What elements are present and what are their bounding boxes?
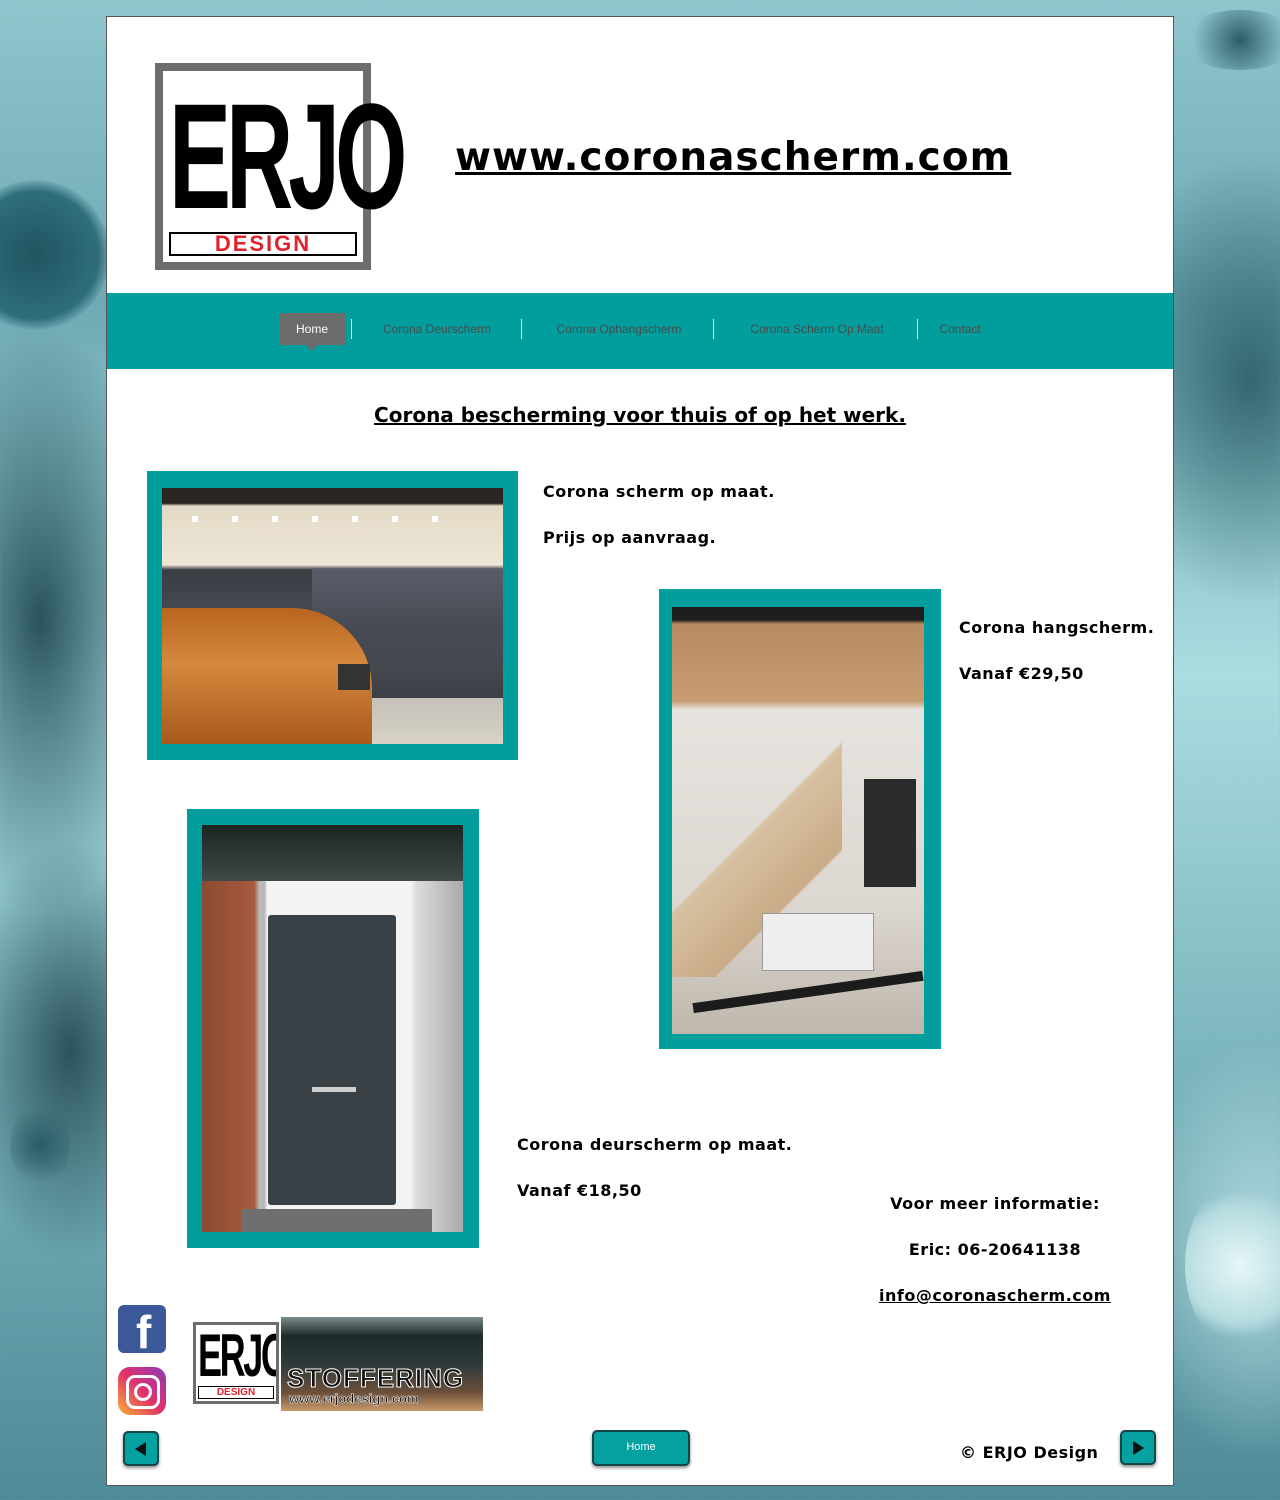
banner-stoffering-text: STOFFERING [286, 1363, 465, 1394]
background-virus-shape [1180, 10, 1280, 70]
banner-url-text: www.erjodesign.com [289, 1391, 419, 1407]
instagram-camera-lens [134, 1383, 152, 1401]
nav-separator [521, 319, 522, 339]
hangscherm-photo[interactable] [672, 607, 924, 1034]
facebook-icon[interactable]: f [118, 1305, 166, 1357]
product-price-op-maat: Prijs op aanvraag. [543, 528, 717, 547]
site-url-heading: www.coronascherm.com [455, 135, 1012, 180]
background-virus-shape [1185, 1180, 1280, 1350]
arrow-right-icon [1133, 1441, 1144, 1455]
home-footer-label: Home [626, 1441, 656, 1453]
logo-erjo-text: ERJO [169, 72, 407, 240]
banner-logo-design: DESIGN [198, 1386, 274, 1399]
arrow-left-icon [135, 1442, 146, 1456]
contact-heading: Voor meer informatie: [890, 1194, 1100, 1213]
deurscherm-photo[interactable] [202, 825, 463, 1232]
product-title-hangscherm: Corona hangscherm. [959, 618, 1155, 637]
banner-sofa-photo: STOFFERING www.erjodesign.com [281, 1317, 483, 1411]
logo-design-text: DESIGN [169, 232, 357, 256]
facebook-glyph: f [136, 1306, 152, 1358]
previous-page-button[interactable] [123, 1431, 159, 1466]
page-title: Corona bescherming voor thuis of op het … [374, 403, 906, 427]
photo-frame-hangscherm [659, 589, 941, 1049]
nav-item-contact[interactable]: Contact [933, 313, 987, 345]
door-doormat [242, 1209, 432, 1232]
erjo-design-logo[interactable]: ERJO DESIGN [155, 63, 407, 270]
nav-separator [351, 319, 352, 339]
home-footer-button[interactable]: Home [592, 1430, 690, 1466]
main-navigation: Home Corona Deurscherm Corona Ophangsche… [107, 293, 1173, 369]
nav-item-home[interactable]: Home [279, 313, 345, 351]
product-title-op-maat: Corona scherm op maat. [543, 482, 775, 501]
background-virus-shape [0, 180, 110, 330]
banner-logo: ERJO DESIGN [193, 1322, 279, 1404]
contact-email-link[interactable]: info@coronascherm.com [865, 1286, 1125, 1305]
sewing-machine [762, 913, 874, 971]
contact-phone: Eric: 06-20641138 [908, 1240, 1082, 1259]
product-price-hangscherm: Vanaf €29,50 [959, 664, 1084, 683]
page-container: ERJO DESIGN www.coronascherm.com Home Co… [106, 16, 1174, 1486]
ceiling-lights [192, 516, 472, 522]
door-canopy [202, 825, 463, 881]
office-screen-photo[interactable] [162, 488, 503, 744]
erjo-stoffering-banner[interactable]: ERJO DESIGN STOFFERING www.erjodesign.co… [193, 1317, 483, 1411]
door-handle [312, 1087, 356, 1092]
nav-item-corona-deurscherm[interactable]: Corona Deurscherm [371, 313, 503, 345]
instagram-icon[interactable] [118, 1367, 166, 1415]
nav-separator [917, 319, 918, 339]
next-page-button[interactable] [1120, 1430, 1156, 1465]
speaker-box [864, 779, 916, 887]
product-title-deurscherm: Corona deurscherm op maat. [517, 1135, 793, 1154]
nav-item-corona-scherm-op-maat[interactable]: Corona Scherm Op Maat [743, 313, 891, 345]
nav-separator [713, 319, 714, 339]
nav-item-corona-ophangscherm[interactable]: Corona Ophangscherm [547, 313, 691, 345]
product-price-deurscherm: Vanaf €18,50 [517, 1181, 642, 1200]
banner-logo-erjo: ERJO [198, 1322, 279, 1389]
photo-frame-office [147, 471, 518, 760]
screen-bottom-bar [692, 970, 924, 1014]
counter-sign [338, 664, 370, 690]
copyright-text: © ERJO Design [960, 1443, 1099, 1462]
background-virus-shape [10, 1100, 70, 1190]
photo-frame-deurscherm [187, 809, 479, 1248]
door-panel [268, 915, 396, 1205]
